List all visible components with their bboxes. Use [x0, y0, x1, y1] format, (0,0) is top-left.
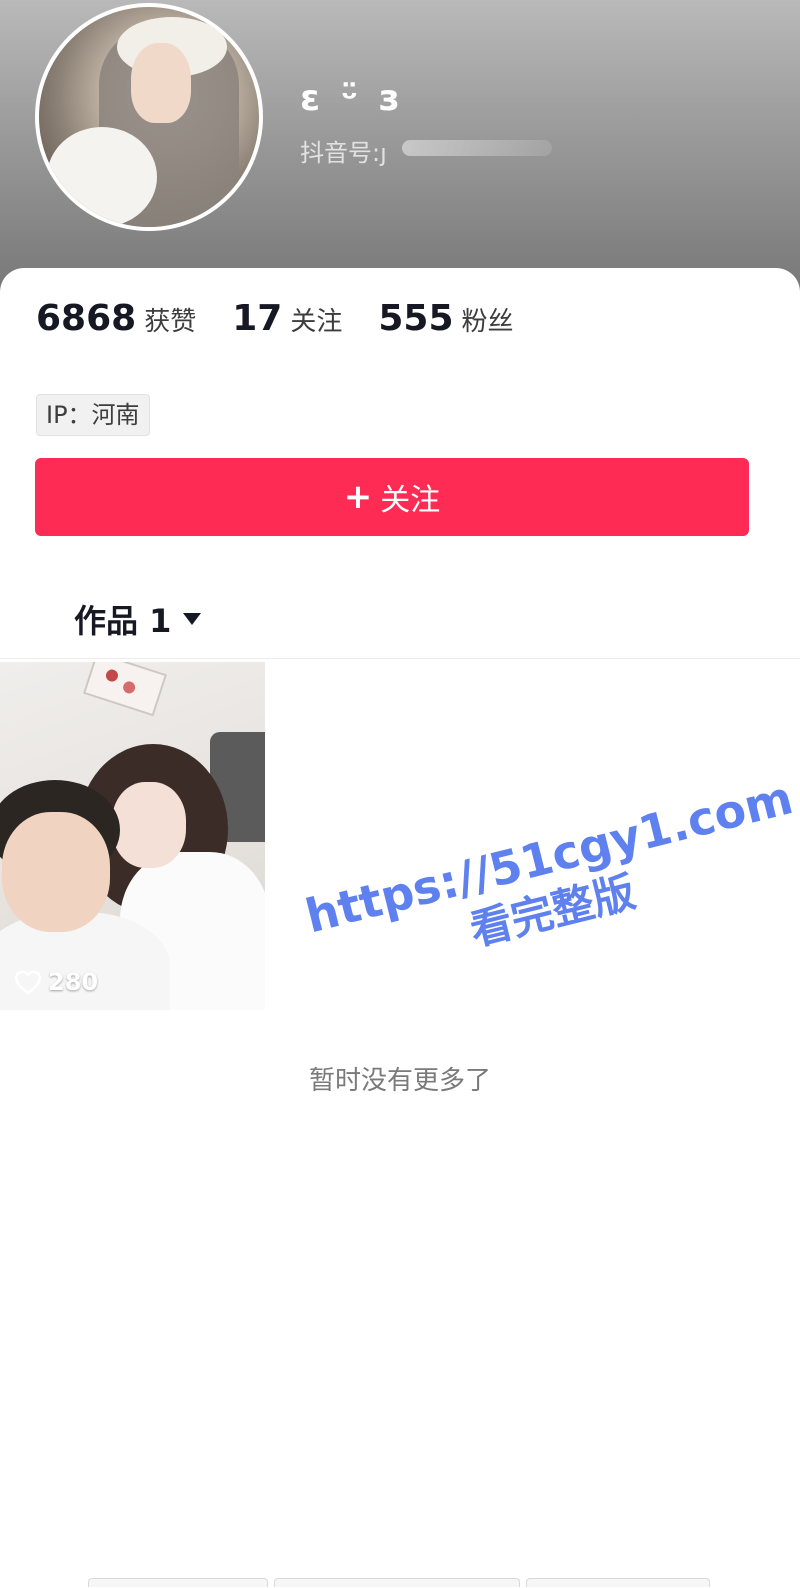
douyin-id-value: ȷ — [380, 139, 387, 167]
avatar[interactable] — [35, 3, 263, 231]
stat-likes: 6868 获赞 — [36, 298, 196, 339]
douyin-id-redaction — [402, 140, 552, 156]
followers-label: 粉丝 — [461, 307, 514, 337]
video-like-count: 280 — [14, 968, 98, 996]
plus-icon: + — [343, 477, 373, 517]
tab-works[interactable]: 作品 1 — [74, 596, 202, 642]
avatar-face — [131, 43, 191, 123]
ip-location-tag: IP：河南 — [36, 394, 150, 436]
douyin-id: 抖音号:ȷ — [300, 133, 387, 168]
tab-divider — [0, 658, 800, 659]
caret-down-icon[interactable] — [183, 613, 202, 625]
stat-followers[interactable]: 555 粉丝 — [378, 298, 513, 339]
thumbnail-girl-face — [112, 782, 186, 868]
heart-outline-icon — [15, 970, 41, 995]
profile-card: 6868 获赞 17 关注 555 粉丝 IP：河南 + 关注 作品 1 280… — [0, 268, 800, 1588]
likes-label: 获赞 — [144, 307, 197, 337]
thumbnail-boy-face — [2, 812, 110, 932]
thumbnail-wall-frame — [83, 662, 167, 717]
followers-count: 555 — [378, 298, 454, 339]
likes-count: 6868 — [36, 298, 137, 339]
tab-works-label: 作品 1 — [74, 602, 172, 640]
video-thumbnail[interactable]: 280 — [0, 662, 265, 1010]
profile-header: ε ᵕ̈ з 抖音号:ȷ — [0, 0, 800, 300]
douyin-id-label: 抖音号: — [300, 139, 381, 167]
stats-row: 6868 获赞 17 关注 555 粉丝 — [36, 298, 550, 339]
bottom-segment — [274, 1578, 520, 1587]
no-more-content-text: 暂时没有更多了 — [308, 1066, 491, 1096]
username: ε ᵕ̈ з — [300, 78, 404, 119]
avatar-dog — [47, 127, 157, 227]
bottom-segment — [526, 1578, 710, 1587]
bottom-edge-segments — [88, 1578, 716, 1587]
bottom-segment — [88, 1578, 268, 1587]
following-label: 关注 — [290, 307, 343, 337]
video-like-count-value: 280 — [48, 968, 99, 996]
stat-following[interactable]: 17 关注 — [232, 298, 342, 339]
follow-button[interactable]: + 关注 — [35, 458, 749, 536]
following-count: 17 — [232, 298, 283, 339]
follow-button-label: 关注 — [380, 483, 441, 518]
